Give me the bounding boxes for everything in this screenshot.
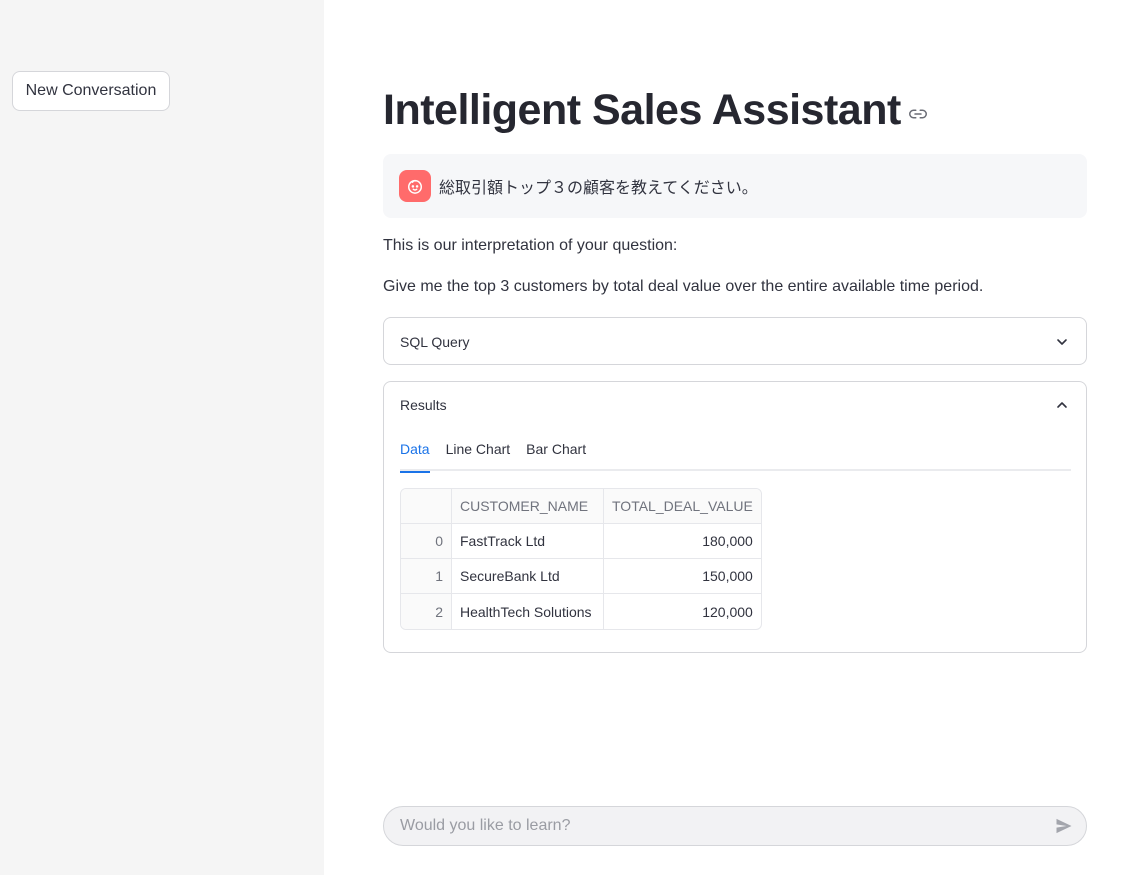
total-deal-value-cell[interactable]: 150,000 [604,559,761,594]
tab-bar-chart[interactable]: Bar Chart [526,432,586,471]
main-content: Intelligent Sales Assistant 総取引額トップ３の顧客を… [383,0,1087,875]
results-table[interactable]: CUSTOMER_NAME TOTAL_DEAL_VALUE 0 FastTra… [400,488,762,630]
tab-line-chart[interactable]: Line Chart [446,432,511,471]
sidebar: New Conversation [0,0,324,875]
user-message: 総取引額トップ３の顧客を教えてください。 [383,154,1087,218]
total-deal-value-column-header[interactable]: TOTAL_DEAL_VALUE [604,489,761,524]
tab-data[interactable]: Data [400,432,430,473]
chevron-up-icon [1054,397,1070,413]
chevron-down-icon [1054,334,1070,350]
link-icon[interactable] [908,105,927,123]
interpretation-text: Give me the top 3 customers by total dea… [383,278,984,295]
results-expander: Results Data Line Chart Bar Chart CUSTOM… [383,381,1087,653]
customer-name-cell[interactable]: HealthTech Solutions [452,594,604,629]
sql-query-expander-title: SQL Query [400,334,470,350]
chat-input[interactable] [400,817,1054,835]
row-index: 2 [401,594,452,629]
new-conversation-button[interactable]: New Conversation [12,71,170,111]
total-deal-value-cell[interactable]: 180,000 [604,524,761,559]
sql-query-expander-header[interactable]: SQL Query [384,318,1086,366]
sql-query-expander: SQL Query [383,317,1087,365]
app-root: New Conversation Intelligent Sales Assis… [0,0,1127,875]
index-column-header[interactable] [401,489,452,524]
customer-name-cell[interactable]: SecureBank Ltd [452,559,604,594]
results-expander-header[interactable]: Results [384,382,1086,428]
table-header-row: CUSTOMER_NAME TOTAL_DEAL_VALUE [401,489,761,524]
table-row[interactable]: 0 FastTrack Ltd 180,000 [401,524,761,559]
user-message-text: 総取引額トップ３の顧客を教えてください。 [439,180,758,197]
page-title-text: Intelligent Sales Assistant [383,86,901,134]
chat-input-bar [383,806,1087,846]
interpretation-intro: This is our interpretation of your quest… [383,237,678,254]
total-deal-value-cell[interactable]: 120,000 [604,594,761,629]
page-title: Intelligent Sales Assistant [383,86,927,135]
customer-name-cell[interactable]: FastTrack Ltd [452,524,604,559]
table-row[interactable]: 2 HealthTech Solutions 120,000 [401,594,761,629]
user-avatar-icon [399,170,431,202]
results-expander-title: Results [400,397,447,413]
row-index: 1 [401,559,452,594]
customer-name-column-header[interactable]: CUSTOMER_NAME [452,489,604,524]
results-tabs: Data Line Chart Bar Chart [400,432,1071,473]
row-index: 0 [401,524,452,559]
send-icon[interactable] [1054,816,1074,836]
table-row[interactable]: 1 SecureBank Ltd 150,000 [401,559,761,594]
